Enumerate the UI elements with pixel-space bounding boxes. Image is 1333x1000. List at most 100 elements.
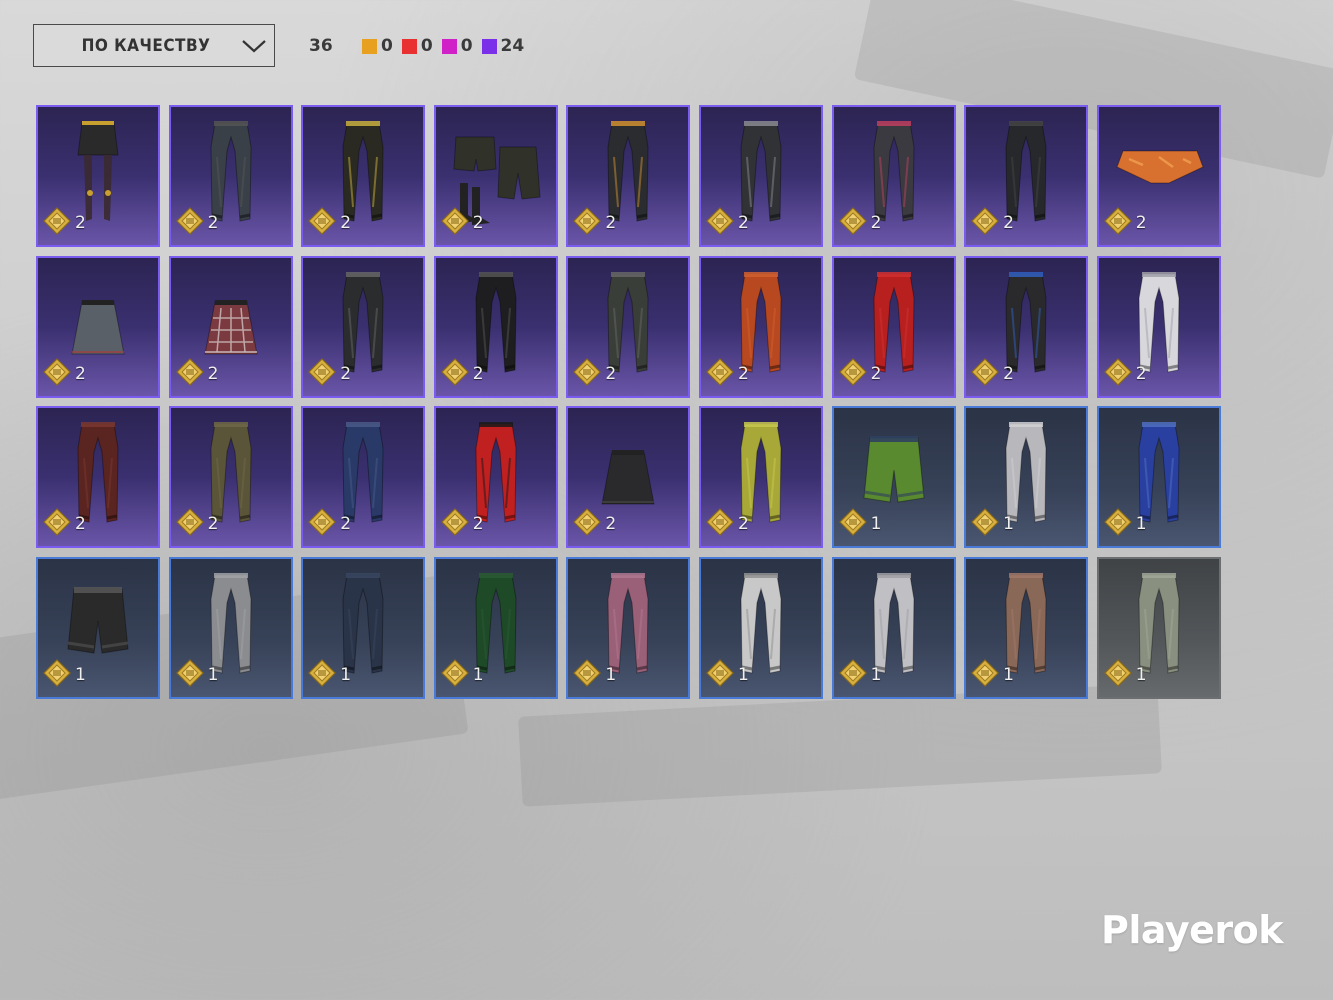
inventory-item-tile[interactable]: 1 <box>964 556 1089 699</box>
item-count: 2 <box>1135 363 1147 384</box>
item-count: 2 <box>340 514 352 534</box>
coin-icon <box>175 658 205 692</box>
coin-icon <box>838 507 868 541</box>
item-count-badge: 2 <box>1103 357 1147 391</box>
item-count: 2 <box>207 514 219 534</box>
inventory-item-tile[interactable]: 2 <box>1096 255 1221 398</box>
item-count-badge: 1 <box>307 658 351 692</box>
inventory-item-tile[interactable]: 2 <box>36 406 160 548</box>
inventory-item-tile[interactable]: 2 <box>168 105 293 247</box>
inventory-item-tile[interactable]: 2 <box>301 255 426 398</box>
item-count: 2 <box>1003 213 1014 233</box>
inventory-item-tile[interactable]: 1 <box>36 556 160 699</box>
inventory-item-tile[interactable]: 2 <box>301 406 426 548</box>
item-count-badge: 1 <box>572 658 616 692</box>
inventory-item-tile[interactable]: 2 <box>964 255 1089 398</box>
inventory-item-tile[interactable]: 2 <box>36 255 160 398</box>
sort-dropdown[interactable]: ПО КАЧЕСТВУ <box>33 24 275 67</box>
inventory-item-tile[interactable]: 1 <box>168 556 293 699</box>
inventory-item-tile[interactable]: 2 <box>566 105 691 247</box>
total-item-count: 36 <box>309 36 333 56</box>
inventory-item-tile[interactable]: 2 <box>1096 105 1221 247</box>
item-count-badge: 2 <box>42 206 86 240</box>
item-count-badge: 1 <box>970 658 1014 692</box>
coin-icon <box>440 357 470 391</box>
item-count: 2 <box>472 213 484 233</box>
inventory-item-tile[interactable]: 2 <box>831 105 956 247</box>
coin-icon <box>42 357 72 391</box>
inventory-item-tile[interactable]: 2 <box>698 105 823 247</box>
inventory-item-tile[interactable]: 2 <box>433 406 558 548</box>
coin-icon <box>175 357 205 391</box>
item-count: 2 <box>870 213 882 233</box>
item-count-badge: 2 <box>705 357 749 391</box>
item-count: 2 <box>737 213 749 233</box>
inventory-item-tile[interactable]: 1 <box>1096 556 1221 699</box>
coin-icon <box>42 658 72 692</box>
item-count: 2 <box>605 363 617 384</box>
inventory-item-tile[interactable]: 2 <box>433 255 558 398</box>
coin-icon <box>42 206 72 240</box>
inventory-item-tile[interactable]: 2 <box>433 105 558 247</box>
inventory-item-tile[interactable]: 1 <box>566 556 691 699</box>
inventory-item-tile[interactable]: 1 <box>301 556 426 699</box>
coin-icon <box>705 658 735 692</box>
item-count: 2 <box>605 514 617 534</box>
coin-icon <box>42 507 72 541</box>
inventory-item-tile[interactable]: 2 <box>698 255 823 398</box>
item-count-badge: 1 <box>175 658 218 692</box>
item-count: 2 <box>207 213 219 233</box>
inventory-item-tile[interactable]: 1 <box>433 556 558 699</box>
coin-icon <box>838 206 868 240</box>
item-count-badge: 2 <box>572 507 616 541</box>
coin-icon <box>440 206 470 240</box>
item-count: 1 <box>1135 664 1147 685</box>
inventory-item-tile[interactable]: 2 <box>831 255 956 398</box>
item-count: 2 <box>75 514 86 534</box>
inventory-item-tile[interactable]: 1 <box>964 406 1089 548</box>
item-count-badge: 2 <box>175 206 219 240</box>
inventory-item-tile[interactable]: 2 <box>698 406 823 548</box>
inventory-item-tile[interactable]: 1 <box>1096 406 1221 548</box>
item-count-badge: 2 <box>838 206 882 240</box>
inventory-item-tile[interactable]: 2 <box>168 406 293 548</box>
item-count-badge: 2 <box>572 206 616 240</box>
background-decoration <box>518 683 1162 807</box>
item-count: 2 <box>472 363 484 384</box>
item-count-badge: 2 <box>440 357 484 391</box>
rarity-swatch-icon <box>441 38 457 54</box>
inventory-item-tile[interactable]: 2 <box>566 255 691 398</box>
item-count-badge: 2 <box>42 357 86 391</box>
item-count-badge: 1 <box>42 658 86 692</box>
sort-dropdown-label: ПО КАЧЕСТВУ <box>81 35 211 56</box>
inventory-item-tile[interactable]: 2 <box>566 406 691 548</box>
coin-icon <box>572 658 602 692</box>
inventory-item-tile[interactable]: 2 <box>301 105 426 247</box>
item-count: 1 <box>605 664 617 685</box>
rarity-swatch-icon <box>362 38 377 54</box>
inventory-item-tile[interactable]: 2 <box>36 105 160 247</box>
watermark-logo: Playerok <box>1101 908 1284 952</box>
item-count: 1 <box>75 664 86 685</box>
coin-icon <box>1103 206 1133 240</box>
inventory-item-tile[interactable]: 1 <box>831 406 956 548</box>
coin-icon <box>838 658 868 692</box>
inventory-item-tile[interactable]: 1 <box>698 556 823 699</box>
coin-icon <box>307 357 337 391</box>
inventory-item-tile[interactable]: 2 <box>964 105 1089 247</box>
coin-icon <box>1103 507 1133 541</box>
item-count-badge: 2 <box>440 507 484 541</box>
inventory-grid: 2 2 2 2 2 2 2 2 2 2 2 2 2 2 2 2 2 2 2 2 … <box>36 105 1221 699</box>
item-count-badge: 2 <box>572 357 616 391</box>
coin-icon <box>175 507 205 541</box>
coin-icon <box>838 357 868 391</box>
coin-icon <box>307 507 337 541</box>
item-count-badge: 2 <box>440 206 484 240</box>
item-count-badge: 1 <box>440 658 484 692</box>
inventory-item-tile[interactable]: 1 <box>831 556 956 699</box>
coin-icon <box>307 658 337 692</box>
item-count-badge: 1 <box>838 658 881 692</box>
coin-icon <box>440 507 470 541</box>
inventory-item-tile[interactable]: 2 <box>168 255 293 398</box>
coin-icon <box>307 206 337 240</box>
